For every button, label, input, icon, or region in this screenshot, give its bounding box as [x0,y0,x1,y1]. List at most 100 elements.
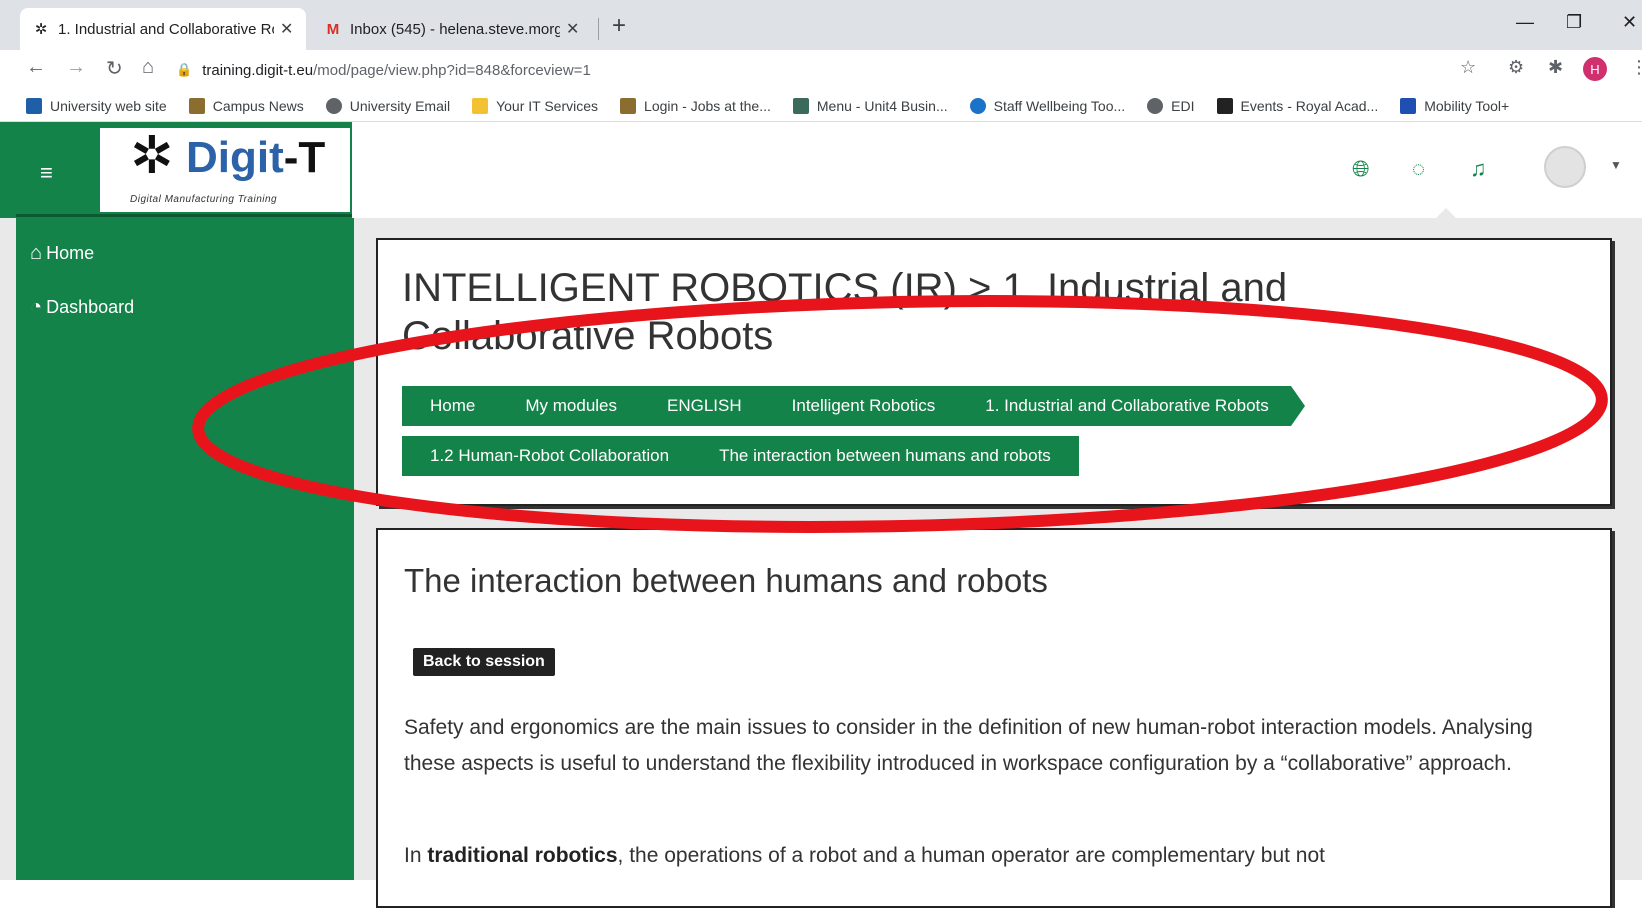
bookmark-item[interactable]: Staff Wellbeing Too... [969,97,1126,114]
folder-icon [472,97,489,114]
hamburger-menu-icon[interactable]: ≡ [40,160,53,186]
profile-avatar[interactable]: H [1583,57,1607,81]
user-avatar[interactable] [1544,146,1586,188]
popover-notch [1436,208,1456,218]
content-title: The interaction between humans and robot… [404,562,1048,599]
puzzle-extensions-icon[interactable]: ✱ [1548,57,1563,78]
breadcrumb-item[interactable]: ENGLISH [639,386,778,426]
chevron-right-icon [639,386,653,426]
minimize-icon[interactable]: — [1516,12,1534,33]
breadcrumb: Home My modules ENGLISH Intelligent Robo… [402,386,1305,426]
bookmark-favicon-icon [1216,97,1233,114]
bookmark-label: University web site [50,97,167,114]
divider [16,214,352,217]
browser-tab-bar: ✲ 1. Industrial and Collaborative Ro ✕ M… [0,0,1642,50]
page-header-card: INTELLIGENT ROBOTICS (IR) > 1. Industria… [376,238,1612,506]
bookmark-favicon-icon [26,97,42,114]
breadcrumb: 1.2 Human-Robot Collaboration The intera… [402,436,1079,476]
bookmark-label: University Email [349,97,451,114]
gear-favicon-icon: ✲ [34,21,48,38]
bookmark-label: Staff Wellbeing Too... [993,97,1126,114]
breadcrumb-label: ENGLISH [667,396,742,415]
browser-toolbar: ← → ↻ ⌂ 🔒 training.digit-t.eu/mod/page/v… [0,50,1642,90]
breadcrumb-item[interactable]: My modules [497,386,653,426]
chevron-right-icon [497,386,512,426]
messages-icon[interactable]: ◌ [1412,156,1425,182]
browser-tab-inbox[interactable]: M Inbox (545) - helena.steve.morga ✕ [312,8,598,50]
close-tab-icon[interactable]: ✕ [566,19,579,39]
logo-wordmark: Digit-T [186,133,326,182]
home-icon: ⌂ [30,242,43,264]
close-tab-icon[interactable]: ✕ [280,19,293,39]
chevron-down-icon[interactable]: ▼ [1610,158,1622,172]
breadcrumb-item[interactable]: 1. Industrial and Collaborative Robots [957,386,1305,426]
bookmark-item[interactable]: Your IT Services [472,97,599,114]
bookmark-label: Events - Royal Acad... [1240,97,1379,114]
forward-arrow-icon[interactable]: → [66,56,86,79]
bookmark-label: Login - Jobs at the... [644,97,771,114]
back-arrow-icon[interactable]: ← [26,56,46,79]
site-logo[interactable]: ✲ Digit-T Digital Manufacturing Training [100,128,350,212]
bookmark-item[interactable]: EDI [1147,97,1195,114]
sidebar-item-dashboard[interactable]: ◔ Dashboard [30,296,134,319]
gmail-favicon-icon: M [326,20,340,38]
bookmark-favicon-icon [969,97,986,114]
bookmark-favicon-icon [792,97,809,114]
chevron-right-icon [763,386,778,426]
bookmark-label: Your IT Services [496,97,599,114]
reload-icon[interactable]: ↻ [106,56,123,81]
sidebar: ⌂ Home ◔ Dashboard [16,218,354,880]
breadcrumb-item-current: The interaction between humans and robot… [691,436,1079,476]
bookmark-label: Mobility Tool+ [1424,97,1510,114]
notifications-bell-icon[interactable]: ♫ [1470,156,1487,182]
bookmark-item[interactable]: University Email [325,97,451,114]
gear-logo-icon: ✲ [130,127,174,185]
sidebar-item-label: Home [46,243,95,263]
bookmark-star-icon[interactable]: ☆ [1460,57,1476,78]
language-globe-icon[interactable]: 🌐︎ [1352,156,1370,182]
breadcrumb-item[interactable]: Intelligent Robotics [763,386,972,426]
breadcrumb-item[interactable]: 1.2 Human-Robot Collaboration [402,436,706,476]
bookmark-item[interactable]: Menu - Unit4 Busin... [792,97,948,114]
breadcrumb-item[interactable]: Home [402,386,512,426]
breadcrumb-label: 1. Industrial and Collaborative Robots [985,396,1269,415]
new-tab-icon[interactable]: + [612,12,626,40]
bookmark-label: Menu - Unit4 Busin... [816,97,948,114]
restore-icon[interactable]: ❐ [1566,12,1582,33]
lock-icon: 🔒 [176,62,193,77]
bookmark-item[interactable]: Events - Royal Acad... [1216,97,1379,114]
bookmark-item[interactable]: University web site [26,97,167,114]
tab-title: 1. Industrial and Collaborative Ro [58,20,274,38]
breadcrumb-label: My modules [525,396,617,415]
breadcrumb-label: The interaction between humans and robot… [719,446,1051,465]
url-host: training.digit-t.eu [202,61,314,79]
address-bar[interactable]: 🔒 training.digit-t.eu/mod/page/view.php?… [176,55,1642,85]
bookmark-item[interactable]: Login - Jobs at the... [620,97,771,114]
content-paragraph: In traditional robotics, the operations … [404,844,1325,867]
bookmark-item[interactable]: Campus News [188,97,304,114]
chevron-right-icon [957,386,972,426]
extension-icon[interactable]: ⚙ [1508,57,1524,78]
breadcrumb-label: Intelligent Robotics [791,396,936,415]
close-window-icon[interactable]: ✕ [1622,12,1637,33]
browser-menu-icon[interactable]: ⋮ [1630,57,1642,78]
breadcrumb-label: Home [430,396,476,415]
bookmark-label: EDI [1171,97,1195,114]
sidebar-item-home[interactable]: ⌂ Home [30,242,94,265]
bookmark-label: Campus News [212,97,304,114]
sidebar-item-label: Dashboard [46,297,135,317]
chevron-right-icon [691,436,706,476]
main-content-card: The interaction between humans and robot… [376,528,1612,908]
tab-separator [598,18,599,40]
bookmark-favicon-icon [1147,97,1164,114]
browser-tab-active[interactable]: ✲ 1. Industrial and Collaborative Ro ✕ [20,8,306,50]
home-icon[interactable]: ⌂ [142,56,154,79]
bookmark-item[interactable]: Mobility Tool+ [1400,97,1510,114]
bookmarks-bar: University web site Campus News Universi… [0,90,1642,122]
bookmark-favicon-icon [325,97,342,114]
bookmark-favicon-icon [1400,97,1417,114]
tab-title: Inbox (545) - helena.steve.morga [350,20,560,38]
bookmark-favicon-icon [188,97,205,114]
back-to-session-button[interactable]: Back to session [413,648,555,676]
dashboard-icon: ◔ [30,296,43,318]
